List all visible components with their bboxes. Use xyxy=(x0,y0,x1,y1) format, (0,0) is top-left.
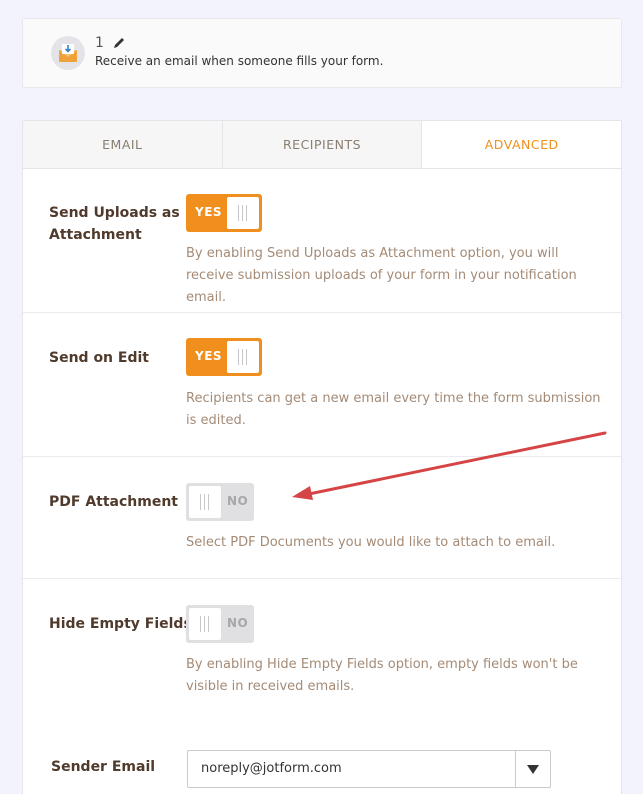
send-uploads-description: By enabling Send Uploads as Attachment o… xyxy=(186,246,577,305)
toggle-state-text: NO xyxy=(227,494,249,508)
setting-hide-empty-fields: Hide Empty Fields NO By enabling Hide Em… xyxy=(23,579,621,729)
toggle-knob[interactable] xyxy=(189,486,221,518)
pdf-attachment-description: Select PDF Documents you would like to a… xyxy=(186,535,556,550)
hide-empty-fields-description: By enabling Hide Empty Fields option, em… xyxy=(186,657,578,694)
toggle-state-text: NO xyxy=(227,616,249,630)
tab-bar: EMAIL RECIPIENTS ADVANCED xyxy=(23,121,622,169)
setting-send-on-edit: Send on Edit YES Recipients can get a ne… xyxy=(23,313,621,457)
send-on-edit-label: Send on Edit xyxy=(49,350,149,366)
pdf-attachment-label: PDF Attachment xyxy=(49,494,178,510)
sender-email-label: Sender Email xyxy=(51,759,156,775)
tab-advanced[interactable]: ADVANCED xyxy=(422,121,622,168)
select-divider xyxy=(515,751,516,787)
tab-recipients[interactable]: RECIPIENTS xyxy=(222,121,423,168)
envelope-avatar xyxy=(51,36,85,70)
toggle-state-text: YES xyxy=(195,349,223,363)
notification-card[interactable]: 1 Receive an email when someone fills yo… xyxy=(22,18,622,88)
toggle-knob[interactable] xyxy=(227,341,259,373)
hide-empty-fields-label: Hide Empty Fields xyxy=(49,616,192,632)
send-on-edit-description: Recipients can get a new email every tim… xyxy=(186,391,601,428)
setting-pdf-attachment: PDF Attachment NO Select PDF Documents y… xyxy=(23,457,621,579)
send-uploads-toggle[interactable]: YES xyxy=(186,194,262,232)
send-uploads-label: Send Uploads as Attachment xyxy=(49,205,180,243)
notification-settings-panel: EMAIL RECIPIENTS ADVANCED Send Uploads a… xyxy=(22,120,622,794)
chevron-down-icon[interactable] xyxy=(527,765,539,774)
sender-email-value: noreply@jotform.com xyxy=(201,761,342,776)
toggle-knob[interactable] xyxy=(227,197,259,229)
notification-description: Receive an email when someone fills your… xyxy=(95,54,384,68)
send-on-edit-toggle[interactable]: YES xyxy=(186,338,262,376)
toggle-knob[interactable] xyxy=(189,608,221,640)
envelope-download-icon xyxy=(59,44,77,62)
pencil-icon[interactable] xyxy=(111,35,127,51)
toggle-state-text: YES xyxy=(195,205,223,219)
notification-number: 1 xyxy=(95,35,104,51)
hide-empty-fields-toggle[interactable]: NO xyxy=(186,605,254,643)
tab-email[interactable]: EMAIL xyxy=(23,121,223,168)
pdf-attachment-toggle[interactable]: NO xyxy=(186,483,254,521)
sender-email-select[interactable]: noreply@jotform.com xyxy=(187,750,551,788)
setting-send-uploads: Send Uploads as Attachment YES By enabli… xyxy=(23,170,621,313)
